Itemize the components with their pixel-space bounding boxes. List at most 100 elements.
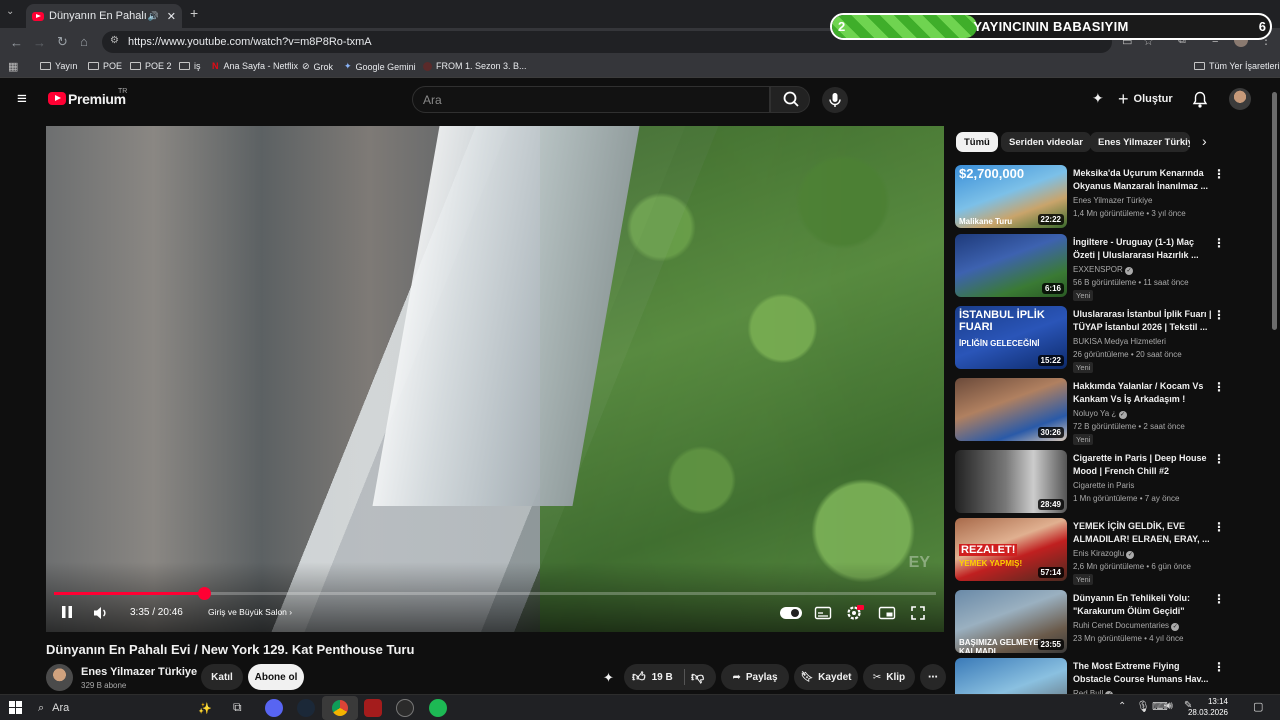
subscribe-button[interactable]: Abone ol (248, 664, 304, 690)
pause-icon[interactable] (60, 604, 74, 620)
tab-search-icon[interactable]: ⌄ (6, 6, 14, 17)
discord-icon[interactable] (265, 699, 283, 717)
more-actions-button[interactable]: ⋯ (920, 664, 946, 690)
page-scrollbar[interactable] (1272, 92, 1277, 330)
share-button[interactable]: ➦ Paylaş (721, 664, 789, 690)
browser-tab-active[interactable]: Dünyanın En Pahalı Evi / N 🔊 ✕ (26, 4, 182, 28)
recommendation-thumbnail[interactable]: BAŞIMIZA GELMEYEN KALMADI 23:55 (955, 590, 1067, 653)
notifications-icon[interactable]: ▢ (1253, 700, 1263, 713)
more-vertical-icon[interactable]: ⋮ (1213, 452, 1225, 466)
system-clock[interactable]: 13:14 28.03.2026 (1188, 696, 1228, 718)
bookmark-grok[interactable]: ⊘ Grok (302, 61, 333, 72)
voice-search-button[interactable] (822, 87, 848, 113)
recommendation-title[interactable]: İngiltere - Uruguay (1-1) Maç Özeti | Ul… (1073, 236, 1213, 261)
bookmark-gemini[interactable]: ✦ Google Gemini (344, 61, 416, 72)
dota-icon[interactable] (364, 699, 382, 717)
recommendation-title[interactable]: Cigarette in Paris | Deep House Mood | F… (1073, 452, 1213, 477)
more-vertical-icon[interactable]: ⋮ (1213, 167, 1225, 181)
miniplayer-icon[interactable] (878, 605, 896, 621)
volume-icon[interactable] (92, 605, 110, 621)
tray-mic-icon[interactable]: 🎙︎ (1136, 700, 1150, 713)
recommendation-thumbnail[interactable]: 28:49 (955, 450, 1067, 513)
hamburger-menu-icon[interactable]: ≡ (17, 89, 27, 109)
chip-all[interactable]: Tümü (956, 132, 998, 152)
recommendation-thumbnail[interactable]: 6:16 (955, 234, 1067, 297)
recommendation-item[interactable]: İSTANBUL İPLİK FUARI İPLİĞİN GELECEĞİNİ 15… (955, 306, 1255, 373)
windows-start-icon[interactable] (9, 701, 22, 714)
new-tab-button[interactable]: + (190, 5, 198, 21)
recommendation-thumbnail[interactable]: İSTANBUL İPLİK FUARI İPLİĞİN GELECEĞİNİ 15… (955, 306, 1067, 369)
recommendation-title[interactable]: Uluslararası İstanbul İplik Fuarı | TÜYA… (1073, 308, 1213, 333)
recommendation-item[interactable]: $2,700,000 Malikane Turu 22:22 Meksika'da U… (955, 165, 1255, 231)
chips-next-arrow-icon[interactable]: › (1202, 133, 1207, 149)
recommendation-channel[interactable]: Cigarette in Paris (1073, 481, 1134, 490)
bookmark-yayin[interactable]: Yayın (40, 61, 77, 71)
like-icon[interactable]: 👍︎ (632, 669, 646, 685)
recommendation-title[interactable]: YEMEK İÇİN GELDİK, EVE ALMADILAR! ELRAEN… (1073, 520, 1213, 545)
channel-avatar[interactable] (46, 664, 73, 691)
recommendation-title[interactable]: Meksika'da Uçurum Kenarında Okyanus Manz… (1073, 167, 1213, 192)
bookmark-poe[interactable]: POE (88, 61, 122, 71)
seek-bar[interactable] (54, 587, 936, 600)
recommendation-thumbnail[interactable]: 30:26 (955, 378, 1067, 441)
app-icon[interactable] (396, 699, 414, 717)
steam-icon[interactable] (297, 699, 315, 717)
reload-icon[interactable]: ↻ (57, 34, 68, 50)
bookmark-poe-2[interactable]: POE 2 (130, 61, 172, 71)
account-avatar[interactable] (1229, 88, 1251, 110)
recommendation-item[interactable]: 28:49 Cigarette in Paris | Deep House Moo… (955, 450, 1255, 516)
recommendation-channel[interactable]: Enes Yilmazer Türkiye (1073, 196, 1152, 205)
more-vertical-icon[interactable]: ⋮ (1213, 592, 1225, 606)
more-vertical-icon[interactable]: ⋮ (1213, 236, 1225, 250)
recommendation-thumbnail[interactable] (955, 658, 1067, 694)
taskbar-search[interactable]: ⌕ Ara ✨ (30, 697, 220, 719)
apps-grid-icon[interactable]: ▦ (8, 60, 18, 73)
recommendation-channel[interactable]: BUKISA Medya Hizmetleri (1073, 337, 1166, 346)
recommendation-thumbnail[interactable]: REZALET! YEMEK YAPMIŞ! 57:14 (955, 518, 1067, 581)
recommendation-channel[interactable]: Ruhi Cenet Documentaries ✓ (1073, 621, 1180, 631)
bookmark-from[interactable]: FROM 1. Sezon 3. B... (423, 61, 527, 71)
recommendation-channel[interactable]: EXXENSPOR ✓ (1073, 265, 1134, 275)
subtitles-icon[interactable] (814, 605, 832, 621)
save-button[interactable]: 🔖︎ Kaydet (794, 664, 858, 690)
recommendation-title[interactable]: Dünyanın En Tehlikeli Yolu: "Karakurum Ö… (1073, 592, 1213, 617)
chrome-taskbar-button[interactable] (322, 696, 358, 720)
premium-gift-icon[interactable]: ✦ (1092, 90, 1104, 107)
more-vertical-icon[interactable]: ⋮ (1213, 308, 1225, 322)
channel-name[interactable]: Enes Yilmazer Türkiye (81, 666, 197, 678)
forward-icon[interactable]: → (33, 35, 46, 50)
like-count[interactable]: 19 B (652, 672, 673, 683)
fullscreen-icon[interactable] (910, 605, 926, 621)
settings-gear-icon[interactable] (846, 604, 864, 622)
recommendation-item[interactable]: BAŞIMIZA GELMEYEN KALMADI 23:55 Dünyanın E… (955, 590, 1255, 656)
recommendation-item[interactable]: The Most Extreme Flying Obstacle Course … (955, 658, 1255, 694)
spotify-icon[interactable] (429, 699, 447, 717)
recommendation-channel[interactable]: Noluyo Ya ¿ ✓ (1073, 409, 1127, 419)
recommendation-item[interactable]: 30:26 Hakkımda Yalanlar / Kocam Vs Kankam… (955, 378, 1255, 445)
chapter-title[interactable]: Giriş ve Büyük Salon › (208, 607, 292, 617)
search-input[interactable]: Ara (412, 86, 770, 113)
more-vertical-icon[interactable]: ⋮ (1213, 380, 1225, 394)
join-button[interactable]: Katıl (201, 664, 243, 690)
bookmark-is[interactable]: iş (179, 61, 201, 71)
channel-watermark[interactable]: EY (909, 554, 930, 572)
recommendation-channel[interactable]: Enis Kirazoglu ✓ (1073, 549, 1135, 559)
task-view-icon[interactable]: ⧉ (233, 700, 242, 715)
tab-close-icon[interactable]: ✕ (167, 10, 176, 23)
ask-ai-icon[interactable]: ✦ (603, 670, 614, 686)
chip-channel[interactable]: Enes Yilmazer Türkiye (1090, 132, 1190, 152)
autoplay-toggle[interactable] (780, 607, 802, 619)
tray-volume-icon[interactable]: 🔊︎ (1166, 700, 1173, 713)
recommendation-title[interactable]: Hakkımda Yalanlar / Kocam Vs Kankam Vs İ… (1073, 380, 1213, 405)
all-bookmarks[interactable]: Tüm Yer İşaretleri (1194, 61, 1280, 71)
video-player[interactable]: EY 3:35 / 20:46 Giriş ve Büyük Salon › (46, 126, 944, 632)
clip-button[interactable]: ✂ Klip (863, 664, 915, 690)
create-button[interactable]: + Oluştur (1118, 88, 1173, 110)
tray-chevron-icon[interactable]: ⌃ (1118, 701, 1126, 712)
chip-series[interactable]: Seriden videolar (1001, 132, 1091, 152)
recommendation-item[interactable]: 6:16 İngiltere - Uruguay (1-1) Maç Özeti … (955, 234, 1255, 301)
bookmark-netflix[interactable]: N Ana Sayfa - Netflix (212, 61, 298, 71)
dislike-icon[interactable]: 👎︎ (691, 669, 704, 685)
audio-playing-icon[interactable]: 🔊 (148, 11, 159, 22)
more-vertical-icon[interactable]: ⋮ (1213, 520, 1225, 534)
